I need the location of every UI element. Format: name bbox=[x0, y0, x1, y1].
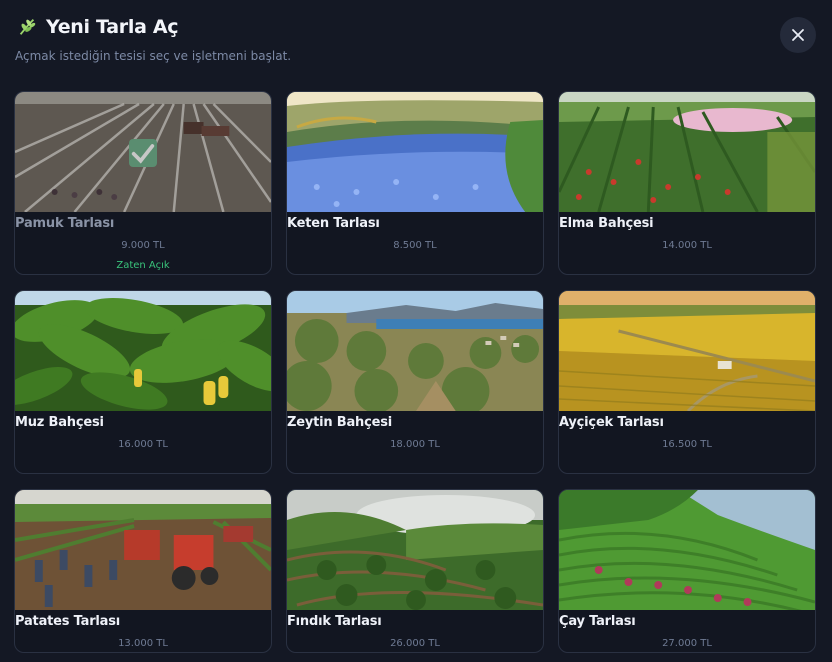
field-card-muz[interactable]: Muz Bahçesi 16.000 TL bbox=[14, 290, 272, 474]
field-card-aycicek[interactable]: Ayçiçek Tarlası 16.500 TL bbox=[558, 290, 816, 474]
hazelnut-field-image bbox=[287, 490, 543, 610]
field-price: 16.000 TL bbox=[118, 439, 168, 450]
cotton-field-image bbox=[15, 92, 271, 212]
dialog-header: Yeni Tarla Aç bbox=[16, 16, 179, 38]
field-name: Zeytin Bahçesi bbox=[287, 415, 393, 430]
tea-plantation-image bbox=[559, 490, 815, 610]
field-name: Elma Bahçesi bbox=[559, 216, 654, 231]
field-name: Pamuk Tarlası bbox=[15, 216, 115, 231]
field-name: Ayçiçek Tarlası bbox=[559, 415, 664, 430]
dialog-subtitle: Açmak istediğin tesisi seç ve işletmeni … bbox=[15, 49, 292, 63]
sunflower-field-image bbox=[559, 291, 815, 411]
leaf-icon bbox=[19, 19, 36, 35]
field-card-pamuk[interactable]: Pamuk Tarlası 9.000 TL Zaten Açık bbox=[14, 91, 272, 275]
owned-check-icon bbox=[129, 139, 157, 167]
field-price: 18.000 TL bbox=[390, 439, 440, 450]
field-price: 9.000 TL bbox=[121, 240, 165, 251]
field-card-findik[interactable]: Fındık Tarlası 26.000 TL bbox=[286, 489, 544, 653]
field-price: 26.000 TL bbox=[390, 638, 440, 649]
close-button[interactable] bbox=[780, 17, 816, 53]
flax-field-image bbox=[287, 92, 543, 212]
field-grid: Pamuk Tarlası 9.000 TL Zaten Açık Keten … bbox=[14, 91, 816, 653]
field-card-elma[interactable]: Elma Bahçesi 14.000 TL bbox=[558, 91, 816, 275]
banana-plantation-image bbox=[15, 291, 271, 411]
close-icon bbox=[792, 29, 804, 41]
field-card-patates[interactable]: Patates Tarlası 13.000 TL bbox=[14, 489, 272, 653]
olive-grove-image bbox=[287, 291, 543, 411]
potato-field-image bbox=[15, 490, 271, 610]
field-price: 13.000 TL bbox=[118, 638, 168, 649]
dialog-title: Yeni Tarla Aç bbox=[46, 16, 179, 38]
field-card-cay[interactable]: Çay Tarlası 27.000 TL bbox=[558, 489, 816, 653]
field-name: Patates Tarlası bbox=[15, 614, 121, 629]
field-price: 14.000 TL bbox=[662, 240, 712, 251]
field-name: Çay Tarlası bbox=[559, 614, 636, 629]
field-card-zeytin[interactable]: Zeytin Bahçesi 18.000 TL bbox=[286, 290, 544, 474]
field-price: 8.500 TL bbox=[393, 240, 437, 251]
field-price: 27.000 TL bbox=[662, 638, 712, 649]
field-status-badge: Zaten Açık bbox=[116, 260, 170, 271]
apple-orchard-image bbox=[559, 92, 815, 212]
field-name: Muz Bahçesi bbox=[15, 415, 104, 430]
field-price: 16.500 TL bbox=[662, 439, 712, 450]
field-name: Fındık Tarlası bbox=[287, 614, 382, 629]
field-name: Keten Tarlası bbox=[287, 216, 380, 231]
field-card-keten[interactable]: Keten Tarlası 8.500 TL bbox=[286, 91, 544, 275]
